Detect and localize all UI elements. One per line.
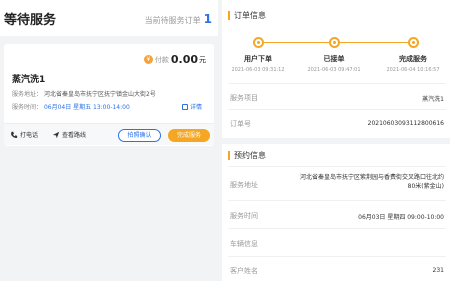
detail-row-vehicle: 车辆信息 [228,228,446,256]
booking-info-title: 预约信息 [228,150,266,161]
pending-summary: 当前待服务订单 1 [145,12,212,26]
time-row: 服务时间： 06月04日 星期五 13:00-14:00 [12,102,130,111]
step-time-2: 2021-06-03 09:47:01 [307,67,361,73]
call-button[interactable]: 打电话 [10,130,38,139]
order-action-bar: 打电话 查看路线 拍照确认 完成服务 [4,123,214,145]
pay-label: 付款 [154,55,169,64]
row-label: 车辆信息 [230,240,258,248]
pay-amount: 0.00 [170,53,198,66]
step-dot-3 [408,37,419,48]
row-label: 客户姓名 [230,267,258,275]
service-name: 蒸汽洗1 [12,75,46,85]
row-value: 蒸汽洗1 [422,96,444,103]
detail-row-service-item: 服务项目 蒸汽洗1 [228,83,446,109]
call-label: 打电话 [20,132,39,139]
detail-link-label: 详情 [189,104,202,111]
pay-unit: 元 [199,55,206,64]
step-label-2: 已接单 [323,55,345,63]
row-value: 20210603093112800616 [367,120,444,127]
complete-service-button[interactable]: 完成服务 [168,129,210,142]
row-label: 服务项目 [230,94,258,102]
navigation-icon [52,131,60,138]
time-value: 06月04日 星期五 13:00-14:00 [43,104,130,111]
address-label: 服务地址： [12,91,43,98]
step-dot-1 [253,37,264,48]
row-label: 订单号 [230,120,251,128]
order-detail-panel: 订单信息 用户下单 已接单 完成服务 2021-06-03 09:31:12 2… [222,0,450,281]
step-label-3: 完成服务 [399,55,427,63]
booking-info-title-text: 预约信息 [234,151,266,160]
row-value: 河北省秦皇岛市抚宁区紫荆园与香费街交叉路口往北约80米(紫金山) [299,174,444,190]
detail-row-service-address: 服务地址 河北省秦皇岛市抚宁区紫荆园与香费街交叉路口往北约80米(紫金山) [228,166,446,200]
step-dot-2 [329,37,340,48]
section-marker [228,151,230,160]
order-info-title: 订单信息 [228,10,266,21]
row-label: 服务时间 [230,212,258,220]
step-label-1: 用户下单 [244,55,272,63]
detail-row-order-number: 订单号 20210603093112800616 [228,109,446,135]
pending-header: 等待服务 当前待服务订单 1 [0,0,218,36]
page-title: 等待服务 [4,13,57,28]
route-button[interactable]: 查看路线 [52,130,86,139]
row-label: 服务地址 [230,181,258,189]
photo-confirm-button[interactable]: 拍照确认 [118,129,161,142]
detail-row-customer-name: 客户姓名 231 [228,256,446,281]
detail-link[interactable]: 详情 [181,102,202,111]
row-value: 06月03日 星期四 09:00-10:00 [358,214,444,221]
phone-icon [11,131,18,138]
pending-count: 1 [203,12,212,26]
order-info-title-text: 订单信息 [234,11,266,20]
payment-row: ¥ 付款 0.00 元 [143,53,206,66]
detail-row-service-time: 服务时间 06月03日 星期四 09:00-10:00 [228,200,446,228]
step-time-3: 2021-06-04 10:16:57 [386,67,440,73]
time-label: 服务时间： [12,104,43,111]
row-value: 231 [432,267,444,274]
step-time-1: 2021-06-03 09:31:12 [231,67,285,73]
section-divider [222,138,450,144]
coin-icon: ¥ [143,55,153,64]
route-label: 查看路线 [62,132,87,139]
detail-icon [181,103,188,110]
pending-label: 当前待服务订单 [144,16,201,25]
address-row: 服务地址： 河北省秦皇岛市抚宁区抚宁镇金山大街2号 [12,89,156,98]
address-value: 河北省秦皇岛市抚宁区抚宁镇金山大街2号 [43,91,156,98]
pending-orders-panel: 等待服务 当前待服务订单 1 ¥ 付款 0.00 元 蒸汽洗1 服务地址： 河北… [0,0,218,281]
section-marker [228,11,230,20]
